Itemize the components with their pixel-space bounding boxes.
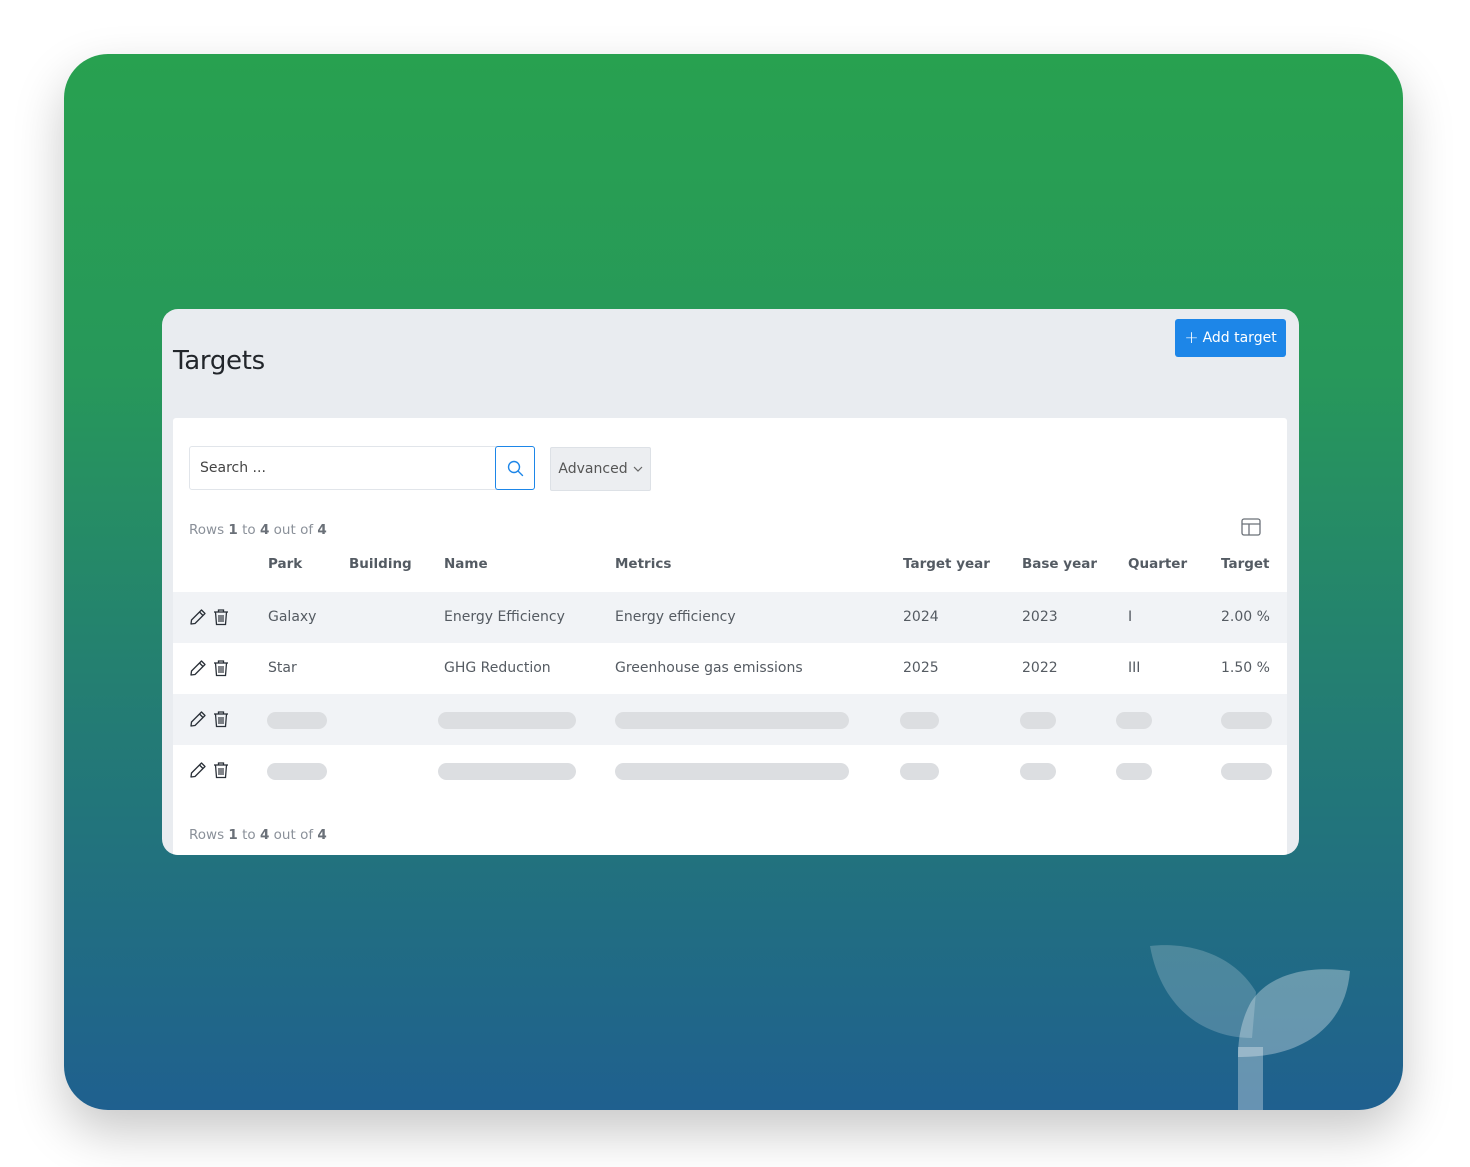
skeleton-metrics xyxy=(615,763,849,780)
cell-target: 1.50 % xyxy=(1221,660,1270,676)
cell-name: Energy Efficiency xyxy=(444,609,565,625)
search-icon xyxy=(507,460,523,476)
table-row-loading xyxy=(173,694,1287,745)
advanced-label: Advanced xyxy=(558,461,628,477)
column-header-base-year[interactable]: Base year xyxy=(1022,556,1097,572)
skeleton-name xyxy=(438,763,576,780)
skeleton-name xyxy=(438,712,576,729)
delete-trash-icon[interactable] xyxy=(212,710,230,728)
skeleton-quarter xyxy=(1116,763,1152,780)
cell-park: Galaxy xyxy=(268,609,317,625)
column-header-target-year[interactable]: Target year xyxy=(903,556,990,572)
cell-quarter: III xyxy=(1128,660,1141,676)
skeleton-quarter xyxy=(1116,712,1152,729)
cell-target: 2.00 % xyxy=(1221,609,1270,625)
add-target-button[interactable]: + Add target xyxy=(1175,319,1286,357)
edit-pencil-icon[interactable] xyxy=(189,761,207,779)
search-box xyxy=(189,446,535,490)
delete-trash-icon[interactable] xyxy=(212,659,230,677)
cell-base-year: 2022 xyxy=(1022,660,1058,676)
skeleton-target-year xyxy=(900,763,939,780)
cell-target-year: 2025 xyxy=(903,660,939,676)
targets-card: Advanced Rows 1 to 4 out of 4 Park Build… xyxy=(173,418,1287,855)
table-row: Star GHG Reduction Greenhouse gas emissi… xyxy=(173,643,1287,694)
skeleton-metrics xyxy=(615,712,849,729)
rows-info-bottom: Rows 1 to 4 out of 4 xyxy=(189,827,327,843)
cell-park: Star xyxy=(268,660,297,676)
cell-base-year: 2023 xyxy=(1022,609,1058,625)
column-header-park[interactable]: Park xyxy=(268,556,302,572)
cell-metrics: Energy efficiency xyxy=(615,609,736,625)
edit-pencil-icon[interactable] xyxy=(189,659,207,677)
cell-metrics: Greenhouse gas emissions xyxy=(615,660,803,676)
add-target-label: Add target xyxy=(1202,330,1277,346)
delete-trash-icon[interactable] xyxy=(212,608,230,626)
skeleton-target-year xyxy=(900,712,939,729)
cell-quarter: I xyxy=(1128,609,1133,625)
search-input[interactable] xyxy=(190,447,490,489)
column-layout-icon[interactable] xyxy=(1241,518,1261,536)
page-title: Targets xyxy=(173,346,265,376)
skeleton-target xyxy=(1221,712,1272,729)
table-row: Galaxy Energy Efficiency Energy efficien… xyxy=(173,592,1287,643)
background-frame: Targets + Add target Advanced xyxy=(64,54,1403,1110)
rows-info-top: Rows 1 to 4 out of 4 xyxy=(189,522,327,538)
sprout-logo xyxy=(1150,945,1350,1110)
skeleton-park xyxy=(267,712,327,729)
skeleton-park xyxy=(267,763,327,780)
chevron-down-icon xyxy=(633,466,643,472)
column-header-quarter[interactable]: Quarter xyxy=(1128,556,1187,572)
table-row-loading xyxy=(173,745,1287,796)
plus-icon: + xyxy=(1184,327,1199,348)
column-header-metrics[interactable]: Metrics xyxy=(615,556,671,572)
column-header-target[interactable]: Target xyxy=(1221,556,1270,572)
column-header-building[interactable]: Building xyxy=(349,556,412,572)
edit-pencil-icon[interactable] xyxy=(189,608,207,626)
skeleton-base-year xyxy=(1020,763,1056,780)
advanced-filter-button[interactable]: Advanced xyxy=(550,447,651,491)
skeleton-base-year xyxy=(1020,712,1056,729)
column-header-name[interactable]: Name xyxy=(444,556,488,572)
search-button[interactable] xyxy=(495,446,535,490)
cell-name: GHG Reduction xyxy=(444,660,551,676)
cell-target-year: 2024 xyxy=(903,609,939,625)
targets-panel: Targets + Add target Advanced xyxy=(162,309,1299,855)
edit-pencil-icon[interactable] xyxy=(189,710,207,728)
delete-trash-icon[interactable] xyxy=(212,761,230,779)
skeleton-target xyxy=(1221,763,1272,780)
table-header: Park Building Name Metrics Target year B… xyxy=(173,556,1287,592)
